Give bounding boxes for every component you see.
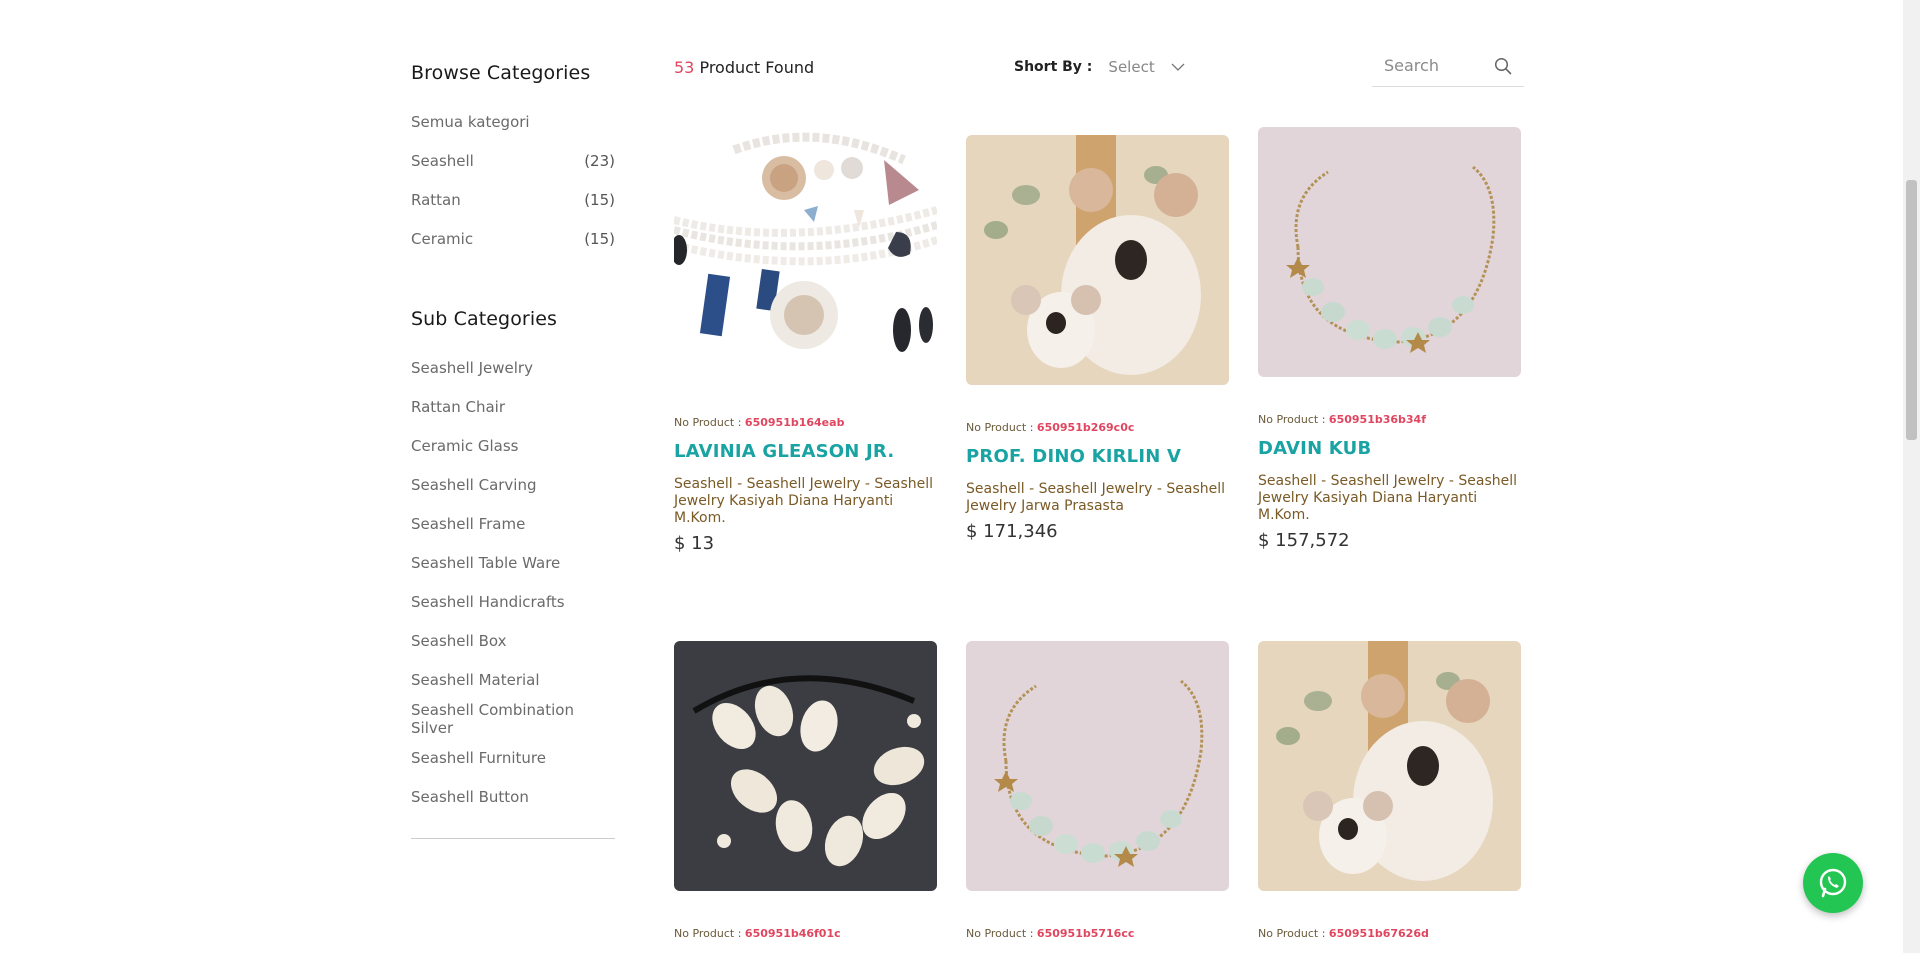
product-image[interactable] (674, 130, 937, 380)
product-code-label: No Product : (674, 927, 745, 940)
sort-select-value: Select (1108, 58, 1155, 76)
product-name[interactable]: DAVIN KUB (1258, 438, 1521, 459)
product-card[interactable]: No Product : 650951b5716cc (966, 641, 1229, 940)
sub-category-item[interactable]: Seashell Carving (411, 465, 615, 504)
pearls-shell-image (674, 130, 937, 380)
product-price: $ 157,572 (1258, 530, 1350, 551)
product-code-label: No Product : (1258, 413, 1329, 426)
sub-category-item[interactable]: Seashell Button (411, 777, 615, 816)
product-code-value: 650951b46f01c (744, 927, 841, 940)
browse-categories-title: Browse Categories (411, 62, 591, 84)
product-code: No Product : 650951b67626d (1258, 927, 1521, 940)
category-label: Ceramic (411, 229, 474, 248)
sort-control: Short By : Select (1014, 58, 1185, 76)
product-description: Seashell - Seashell Jewelry - Seashell J… (1258, 473, 1518, 523)
cowrie-bracelet-image (674, 641, 937, 891)
product-code: No Product : 650951b164eab (674, 416, 937, 429)
product-price: $ 13 (674, 533, 715, 554)
product-code-value: 650951b5716cc (1036, 927, 1135, 940)
product-code-value: 650951b36b34f (1328, 413, 1426, 426)
product-card[interactable]: No Product : 650951b36b34f DAVIN KUB Sea… (1258, 127, 1521, 551)
whatsapp-button[interactable] (1803, 853, 1863, 913)
category-label: Semua kategori (411, 112, 530, 131)
sub-category-item[interactable]: Seashell Material (411, 660, 615, 699)
product-code-label: No Product : (966, 421, 1037, 434)
page: Browse Categories Semua kategori Seashel… (0, 0, 1903, 953)
chevron-down-icon (1171, 63, 1185, 71)
product-code: No Product : 650951b36b34f (1258, 413, 1521, 426)
product-image[interactable] (674, 641, 937, 891)
category-list: Semua kategori Seashell (23) Rattan (15)… (411, 102, 615, 258)
category-label: Seashell (411, 151, 474, 170)
whatsapp-icon (1819, 868, 1847, 898)
product-name[interactable]: LAVINIA GLEASON JR. (674, 441, 937, 462)
sub-category-item[interactable]: Seashell Handicrafts (411, 582, 615, 621)
category-label: Rattan (411, 190, 461, 209)
sort-label: Short By : (1014, 59, 1093, 75)
search-input[interactable] (1372, 56, 1494, 75)
product-price: $ 171,346 (966, 521, 1058, 542)
product-image[interactable] (1258, 641, 1521, 891)
product-code-label: No Product : (966, 927, 1037, 940)
category-count: (15) (584, 229, 615, 248)
product-description: Seashell - Seashell Jewelry - Seashell J… (674, 476, 934, 526)
sidebar-divider (411, 838, 615, 839)
product-count: 53 Product Found (674, 58, 814, 77)
shell-necklace-image (1258, 127, 1521, 377)
sub-category-list: Seashell Jewelry Rattan Chair Ceramic Gl… (411, 348, 615, 816)
category-count: (15) (584, 190, 615, 209)
product-image[interactable] (1258, 127, 1521, 377)
category-item-ceramic[interactable]: Ceramic (15) (411, 219, 615, 258)
product-card[interactable]: No Product : 650951b269c0c PROF. DINO KI… (966, 135, 1229, 542)
product-description: Seashell - Seashell Jewelry - Seashell J… (966, 481, 1226, 514)
product-code-label: No Product : (674, 416, 745, 429)
search-icon[interactable] (1494, 57, 1512, 75)
sub-categories-title: Sub Categories (411, 308, 558, 330)
sub-category-item[interactable]: Rattan Chair (411, 387, 615, 426)
sub-category-item[interactable]: Seashell Box (411, 621, 615, 660)
product-code-value: 650951b67626d (1328, 927, 1429, 940)
shell-koala-image (1258, 641, 1521, 891)
product-code-value: 650951b269c0c (1036, 421, 1135, 434)
product-count-label: Product Found (694, 58, 815, 77)
sub-category-item[interactable]: Seashell Furniture (411, 738, 615, 777)
product-code: No Product : 650951b5716cc (966, 927, 1229, 940)
shell-koala-image (966, 135, 1229, 385)
results-toolbar: 53 Product Found Short By : Select (674, 52, 1524, 90)
product-card[interactable]: No Product : 650951b67626d (1258, 641, 1521, 940)
product-code: No Product : 650951b46f01c (674, 927, 937, 940)
category-count: (23) (584, 151, 615, 170)
search-box (1372, 52, 1524, 87)
sort-select[interactable]: Select (1108, 58, 1185, 76)
sub-category-item[interactable]: Seashell Jewelry (411, 348, 615, 387)
product-card[interactable]: No Product : 650951b46f01c (674, 641, 937, 940)
scrollbar-thumb[interactable] (1906, 180, 1917, 440)
sub-category-item[interactable]: Seashell Table Ware (411, 543, 615, 582)
page-scrollbar[interactable] (1903, 0, 1920, 953)
category-item-seashell[interactable]: Seashell (23) (411, 141, 615, 180)
sub-category-item[interactable]: Ceramic Glass (411, 426, 615, 465)
product-image[interactable] (966, 135, 1229, 385)
product-code-label: No Product : (1258, 927, 1329, 940)
product-card[interactable]: No Product : 650951b164eab LAVINIA GLEAS… (674, 130, 937, 554)
category-item-all[interactable]: Semua kategori (411, 102, 615, 141)
product-code-value: 650951b164eab (744, 416, 845, 429)
sidebar: Browse Categories Semua kategori Seashel… (411, 62, 615, 839)
shell-necklace-image (966, 641, 1229, 891)
product-name[interactable]: PROF. DINO KIRLIN V (966, 446, 1229, 467)
product-image[interactable] (966, 641, 1229, 891)
sub-category-item[interactable]: Seashell Frame (411, 504, 615, 543)
category-item-rattan[interactable]: Rattan (15) (411, 180, 615, 219)
sub-category-item[interactable]: Seashell Combination Silver (411, 699, 615, 738)
product-count-number: 53 (674, 58, 695, 77)
product-code: No Product : 650951b269c0c (966, 421, 1229, 434)
